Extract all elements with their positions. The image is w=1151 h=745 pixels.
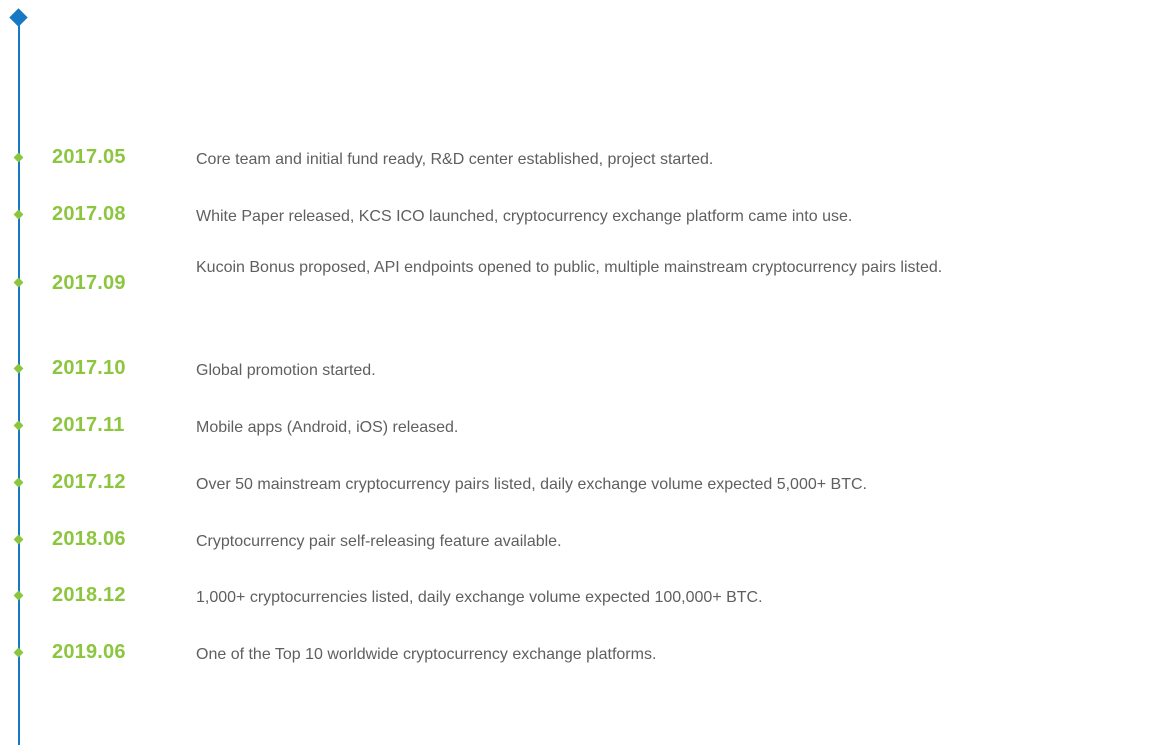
- timeline-start-diamond-icon: [9, 8, 28, 27]
- timeline-description: Kucoin Bonus proposed, API endpoints ope…: [196, 259, 943, 276]
- timeline-dot-icon: [13, 477, 24, 488]
- timeline-entry-2017-10: 2017.10 Global promotion started.: [0, 349, 1151, 389]
- timeline-entry-2017-11: 2017.11 Mobile apps (Android, iOS) relea…: [0, 406, 1151, 446]
- timeline-description: Global promotion started.: [196, 362, 376, 379]
- timeline-date: 2017.12: [52, 471, 126, 493]
- timeline-dot-icon: [13, 534, 24, 545]
- timeline-dot-icon: [13, 590, 24, 601]
- timeline-description: Core team and initial fund ready, R&D ce…: [196, 151, 714, 168]
- timeline-date: 2017.10: [52, 357, 126, 379]
- timeline-date: 2017.05: [52, 146, 126, 168]
- timeline-entry-2019-06: 2019.06 One of the Top 10 worldwide cryp…: [0, 633, 1151, 673]
- roadmap-timeline: 2017.05 Core team and initial fund ready…: [0, 0, 1151, 745]
- timeline-dot-icon: [13, 647, 24, 658]
- timeline-date: 2017.08: [52, 203, 126, 225]
- timeline-date: 2017.09: [52, 272, 126, 294]
- timeline-date: 2019.06: [52, 641, 126, 663]
- timeline-entry-2017-05: 2017.05 Core team and initial fund ready…: [0, 138, 1151, 178]
- timeline-description: Cryptocurrency pair self-releasing featu…: [196, 533, 562, 550]
- timeline-dot-icon: [13, 152, 24, 163]
- timeline-date: 2017.11: [52, 414, 125, 436]
- timeline-dot-icon: [13, 209, 24, 220]
- timeline-entry-2017-08: 2017.08 White Paper released, KCS ICO la…: [0, 195, 1151, 235]
- timeline-dot-icon: [13, 277, 24, 288]
- timeline-entry-2017-09: 2017.09 Kucoin Bonus proposed, API endpo…: [0, 252, 1151, 322]
- timeline-description: White Paper released, KCS ICO launched, …: [196, 208, 853, 225]
- timeline-date: 2018.12: [52, 584, 126, 606]
- timeline-entry-2018-12: 2018.12 1,000+ cryptocurrencies listed, …: [0, 576, 1151, 616]
- timeline-description: One of the Top 10 worldwide cryptocurren…: [196, 646, 657, 663]
- timeline-description: 1,000+ cryptocurrencies listed, daily ex…: [196, 589, 763, 606]
- timeline-dot-icon: [13, 363, 24, 374]
- timeline-description: Mobile apps (Android, iOS) released.: [196, 419, 459, 436]
- timeline-entry-2017-12: 2017.12 Over 50 mainstream cryptocurrenc…: [0, 463, 1151, 503]
- timeline-entry-2018-06: 2018.06 Cryptocurrency pair self-releasi…: [0, 520, 1151, 560]
- timeline-date: 2018.06: [52, 528, 126, 550]
- timeline-dot-icon: [13, 420, 24, 431]
- timeline-description: Over 50 mainstream cryptocurrency pairs …: [196, 476, 867, 493]
